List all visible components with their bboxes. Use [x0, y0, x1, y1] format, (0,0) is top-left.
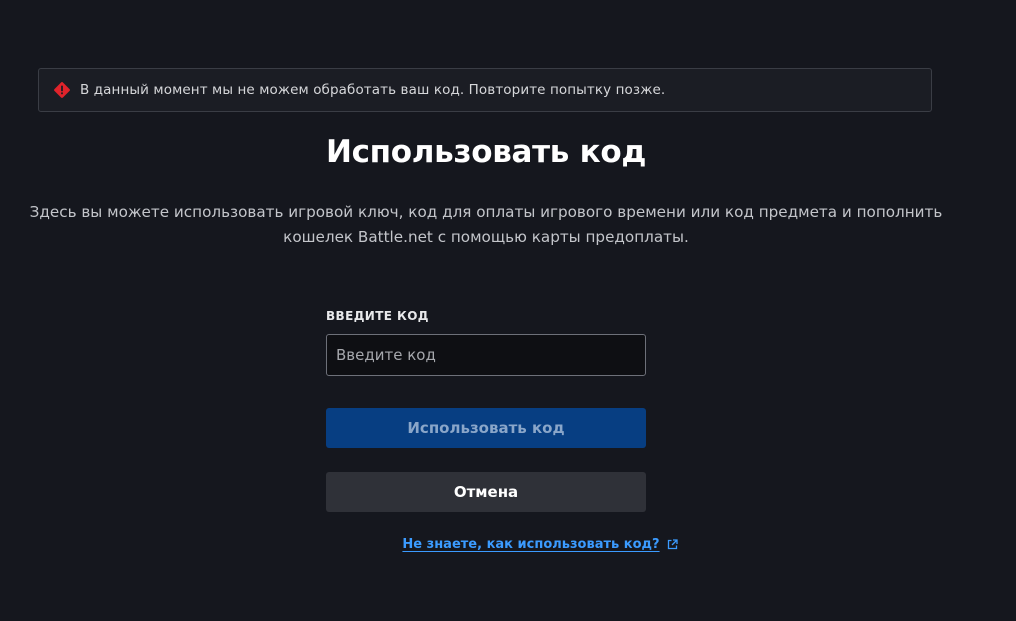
code-input[interactable]	[326, 334, 646, 376]
error-diamond-icon	[53, 81, 71, 99]
page-title: Использовать код	[325, 134, 647, 170]
help-link[interactable]: Не знаете, как использовать код?	[294, 537, 678, 552]
redeem-code-page: В данный момент мы не можем обработать в…	[0, 0, 1016, 621]
error-alert-message: В данный момент мы не можем обработать в…	[80, 82, 666, 98]
error-alert: В данный момент мы не можем обработать в…	[38, 68, 932, 112]
page-description: Здесь вы можете использовать игровой клю…	[29, 203, 943, 246]
redeem-code-button[interactable]: Использовать код	[326, 408, 646, 448]
help-link-label: Не знаете, как использовать код?	[402, 537, 660, 552]
code-field-label: ВВЕДИТЕ КОД	[326, 309, 429, 323]
help-link-container: Не знаете, как использовать код?	[0, 537, 972, 552]
cancel-button[interactable]: Отмена	[326, 472, 646, 512]
external-link-icon	[667, 539, 678, 550]
